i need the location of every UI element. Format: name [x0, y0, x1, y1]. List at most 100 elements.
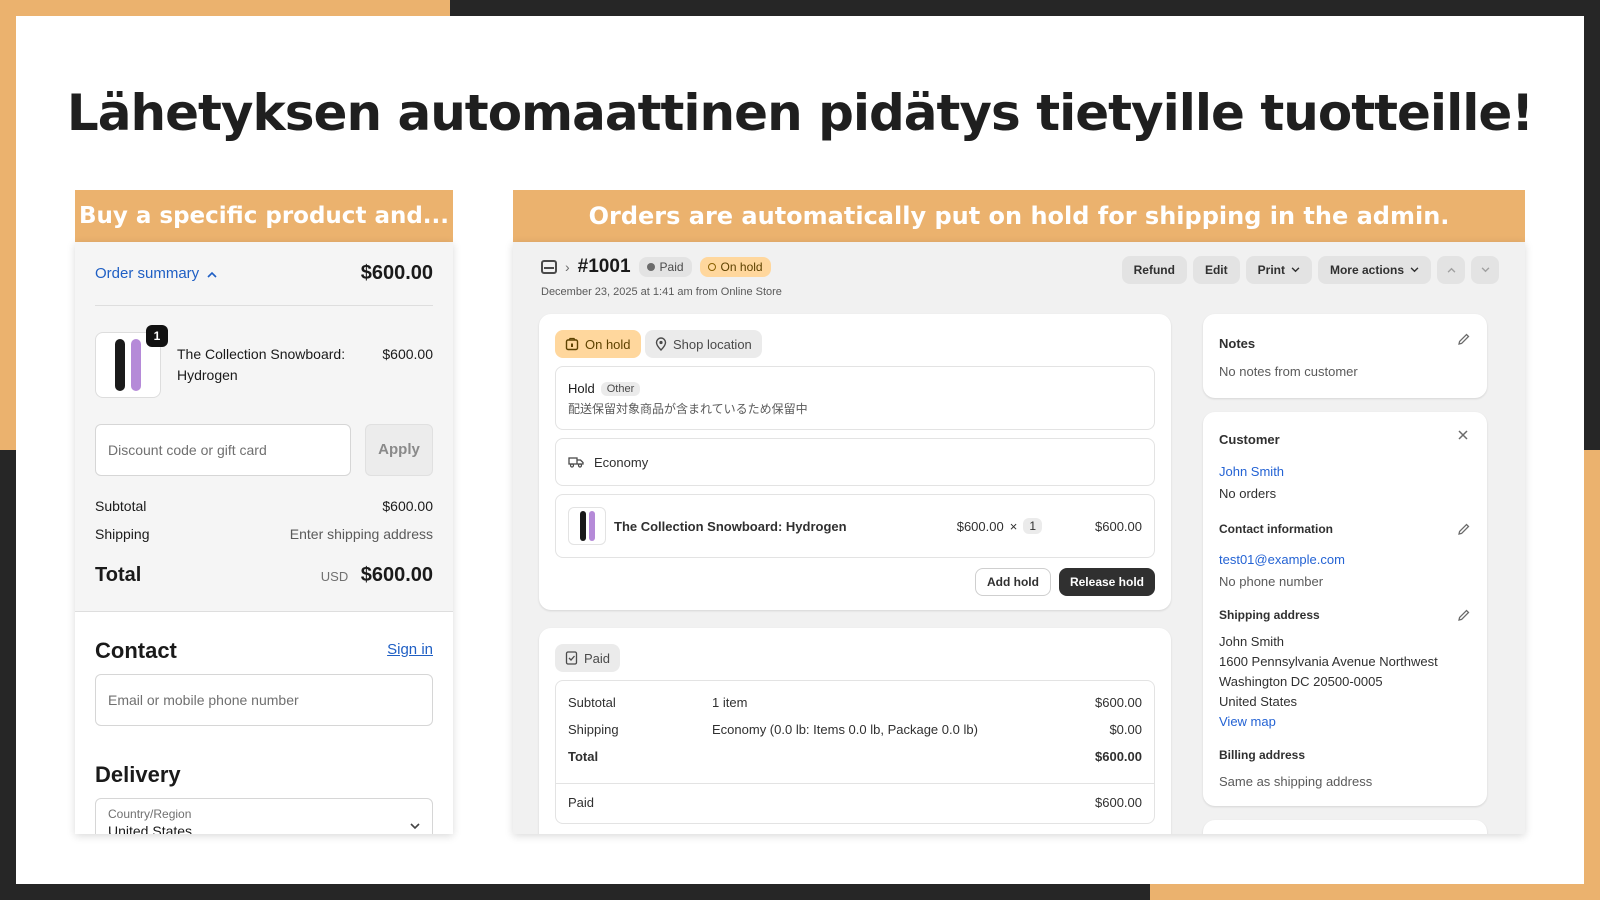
payment-subtotal-value: $600.00: [1095, 695, 1142, 710]
customer-orders: No orders: [1219, 486, 1277, 501]
order-summary-box: Order summary $600.00 1 The Collection S…: [75, 242, 453, 612]
country-value: United States: [108, 823, 193, 834]
customer-card: Customer John Smith No orders Contact in…: [1203, 412, 1487, 806]
total-value: $600.00: [360, 564, 433, 586]
line-item-price: $600.00: [956, 518, 1004, 534]
delivery-title: Delivery: [95, 762, 181, 787]
left-banner: Buy a specific product and...: [75, 190, 453, 242]
chevron-down-icon: [1481, 267, 1489, 273]
more-actions-label: More actions: [1329, 263, 1404, 277]
apply-button[interactable]: Apply: [365, 424, 433, 476]
payment-shipping-line: Shipping Economy (0.0 lb: Items 0.0 lb, …: [568, 722, 1142, 737]
address-name: John Smith: [1219, 634, 1285, 649]
notes-card: Notes No notes from customer: [1203, 314, 1487, 398]
payment-summary-box: Subtotal 1 item $600.00 Shipping Economy…: [555, 680, 1155, 824]
shipping-line: Shipping Enter shipping address: [95, 526, 433, 542]
shipping-method: Economy: [594, 454, 649, 470]
payment-total-label: Total: [568, 749, 599, 764]
payment-shipping-value: $0.00: [1109, 722, 1142, 737]
country-select[interactable]: Country/Region United States: [95, 798, 433, 834]
corner-accent-left: [0, 0, 16, 450]
edit-button[interactable]: Edit: [1192, 256, 1240, 284]
on-hold-tag-label: On hold: [585, 336, 631, 352]
snowboard-image: [579, 511, 586, 541]
customer-phone: No phone number: [1219, 574, 1324, 589]
payment-paid-value: $600.00: [1095, 795, 1142, 810]
customer-title: Customer: [1219, 432, 1280, 447]
paid-badge: Paid: [638, 257, 692, 277]
view-map-link[interactable]: View map: [1219, 714, 1276, 729]
address-country: United States: [1219, 694, 1298, 709]
right-banner: Orders are automatically put on hold for…: [513, 190, 1525, 242]
more-actions-button[interactable]: More actions: [1317, 256, 1431, 284]
line-item-thumbnail: [568, 507, 606, 545]
order-summary-total: $600.00: [360, 262, 433, 284]
checkout-panel: Order summary $600.00 1 The Collection S…: [75, 242, 453, 834]
headline: Lähetyksen automaattinen pidätys tietyil…: [66, 84, 1534, 142]
product-thumbnail: 1: [95, 325, 168, 398]
chevron-down-icon: [410, 817, 420, 833]
customer-email-link[interactable]: test01@example.com: [1219, 552, 1345, 567]
notes-title: Notes: [1219, 336, 1256, 351]
order-actions: Refund Edit Print More actions: [1121, 256, 1499, 284]
line-item-name[interactable]: The Collection Snowboard: Hydrogen: [614, 519, 847, 534]
admin-panel: › #1001 Paid On hold December 23, 2025 a…: [513, 242, 1525, 834]
location-tag: Shop location: [645, 330, 762, 358]
shipping-label: Shipping: [95, 526, 150, 542]
snowboard-image: [131, 339, 141, 391]
line-item-total: $600.00: [1095, 518, 1142, 534]
paid-badge-label: Paid: [659, 260, 684, 274]
chevron-right-icon: ›: [565, 259, 570, 275]
print-button[interactable]: Print: [1245, 256, 1312, 284]
location-tag-label: Shop location: [673, 336, 752, 352]
corner-accent-top: [0, 0, 450, 16]
edit-pencil-icon[interactable]: [1457, 522, 1471, 539]
total-label: Total: [95, 564, 142, 586]
close-icon[interactable]: [1457, 428, 1469, 446]
discount-input[interactable]: Discount code or gift card: [95, 424, 351, 476]
email-field[interactable]: Email or mobile phone number: [95, 674, 433, 726]
edit-pencil-icon[interactable]: [1457, 332, 1471, 349]
paid-tag: Paid: [555, 644, 621, 672]
receipt-check-icon: [565, 651, 578, 665]
country-label: Country/Region: [108, 807, 192, 821]
hold-ring-icon: [707, 263, 716, 271]
payment-total-line: Total $600.00: [568, 749, 1142, 764]
sign-in-link[interactable]: Sign in: [387, 641, 433, 658]
chevron-up-icon: [1447, 267, 1455, 273]
payment-subtotal-line: Subtotal 1 item $600.00: [568, 695, 1142, 710]
product-price: $600.00: [382, 346, 433, 362]
release-hold-button[interactable]: Release hold: [1058, 568, 1155, 596]
hold-reason: 配送保留対象商品が含まれているため保留中: [568, 402, 808, 416]
payment-subtotal-label: Subtotal: [568, 695, 616, 710]
shipping-value: Enter shipping address: [289, 526, 433, 542]
order-summary-toggle[interactable]: Order summary: [95, 265, 217, 282]
line-item-quantity: 1: [1023, 518, 1042, 534]
hold-title: Hold Other: [568, 381, 1142, 396]
corner-accent-right: [1584, 450, 1600, 900]
shipping-address-title: Shipping address: [1219, 608, 1320, 622]
previous-order-button[interactable]: [1437, 256, 1465, 284]
refund-button[interactable]: Refund: [1121, 256, 1187, 284]
print-button-label: Print: [1257, 263, 1285, 277]
billing-address-text: Same as shipping address: [1219, 774, 1373, 789]
orders-inbox-icon[interactable]: [541, 260, 557, 274]
line-item: The Collection Snowboard: Hydrogen $600.…: [555, 494, 1155, 558]
subtotal-label: Subtotal: [95, 498, 147, 514]
product-name: The Collection Snowboard: Hydrogen: [177, 346, 346, 383]
total-currency: USD: [320, 569, 349, 584]
order-summary-label: Order summary: [95, 265, 200, 282]
corner-accent-bottom: [1150, 884, 1600, 900]
next-order-button[interactable]: [1471, 256, 1499, 284]
add-hold-button[interactable]: Add hold: [974, 568, 1051, 596]
chevron-up-icon: [207, 265, 217, 282]
chevron-down-icon: [1410, 267, 1419, 273]
fulfillment-hold-card: On hold Shop location Hold Other 配送保留対象商…: [539, 314, 1171, 610]
edit-pencil-icon[interactable]: [1457, 608, 1471, 625]
subtotal-value: $600.00: [382, 498, 433, 514]
on-hold-badge: On hold: [699, 257, 771, 277]
total-line: Total USD $600.00: [95, 564, 433, 587]
on-hold-badge-label: On hold: [720, 260, 763, 274]
order-date: December 23, 2025 at 1:41 am from Online…: [541, 286, 782, 298]
customer-name-link[interactable]: John Smith: [1219, 464, 1284, 479]
